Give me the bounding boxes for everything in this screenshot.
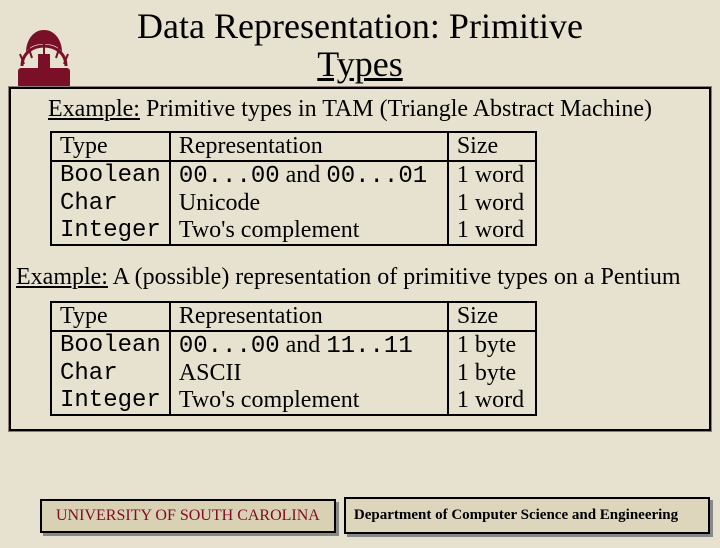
- table-tam: Type Representation Size Boolean 00...00…: [50, 131, 537, 246]
- th-type: Type: [51, 132, 170, 161]
- example2-line: Example: A (possible) representation of …: [16, 264, 704, 291]
- cell-type: Boolean: [51, 161, 170, 190]
- cell-size: 1 byte: [448, 360, 536, 387]
- cell-size: 1 word: [448, 161, 536, 190]
- cell-type: Char: [51, 190, 170, 217]
- footer-department: Department of Computer Science and Engin…: [344, 497, 710, 534]
- cell-repr: Two's complement: [170, 387, 448, 415]
- example1-line: Example: Primitive types in TAM (Triangl…: [48, 96, 704, 123]
- cell-repr: 00...00 and 00...01: [170, 161, 448, 190]
- th-type: Type: [51, 302, 170, 331]
- cell-repr: ASCII: [170, 360, 448, 387]
- example2-text: A (possible) representation of primitive…: [108, 264, 681, 290]
- cell-repr: Unicode: [170, 190, 448, 217]
- slide-title: Data Representation: Primitive Types: [40, 8, 680, 84]
- table-row: Type Representation Size: [51, 302, 536, 331]
- th-size: Size: [448, 132, 536, 161]
- cell-type: Integer: [51, 387, 170, 415]
- footer: UNIVERSITY OF SOUTH CAROLINA Department …: [0, 497, 720, 534]
- cell-repr: Two's complement: [170, 217, 448, 245]
- cell-size: 1 word: [448, 190, 536, 217]
- cell-type: Boolean: [51, 331, 170, 360]
- cell-size: 1 word: [448, 387, 536, 415]
- footer-university: UNIVERSITY OF SOUTH CAROLINA: [40, 499, 336, 533]
- cell-size: 1 word: [448, 217, 536, 245]
- title-line2: Types: [317, 44, 402, 84]
- th-size: Size: [448, 302, 536, 331]
- th-repr: Representation: [170, 302, 448, 331]
- example1-label: Example:: [48, 96, 140, 122]
- table-row: Type Representation Size: [51, 132, 536, 161]
- table-row: Char ASCII 1 byte: [51, 360, 536, 387]
- usc-logo-icon: [12, 24, 76, 94]
- title-line1: Data Representation: Primitive: [137, 6, 583, 46]
- cell-size: 1 byte: [448, 331, 536, 360]
- example1-text: Primitive types in TAM (Triangle Abstrac…: [140, 96, 652, 122]
- cell-type: Char: [51, 360, 170, 387]
- table-row: Char Unicode 1 word: [51, 190, 536, 217]
- table-pentium: Type Representation Size Boolean 00...00…: [50, 301, 537, 416]
- table-row: Boolean 00...00 and 00...01 1 word: [51, 161, 536, 190]
- th-repr: Representation: [170, 132, 448, 161]
- cell-repr: 00...00 and 11..11: [170, 331, 448, 360]
- table-row: Integer Two's complement 1 word: [51, 217, 536, 245]
- example2-label: Example:: [16, 264, 108, 290]
- table-row: Boolean 00...00 and 11..11 1 byte: [51, 331, 536, 360]
- content-area: Example: Primitive types in TAM (Triangl…: [8, 86, 712, 432]
- cell-type: Integer: [51, 217, 170, 245]
- table-row: Integer Two's complement 1 word: [51, 387, 536, 415]
